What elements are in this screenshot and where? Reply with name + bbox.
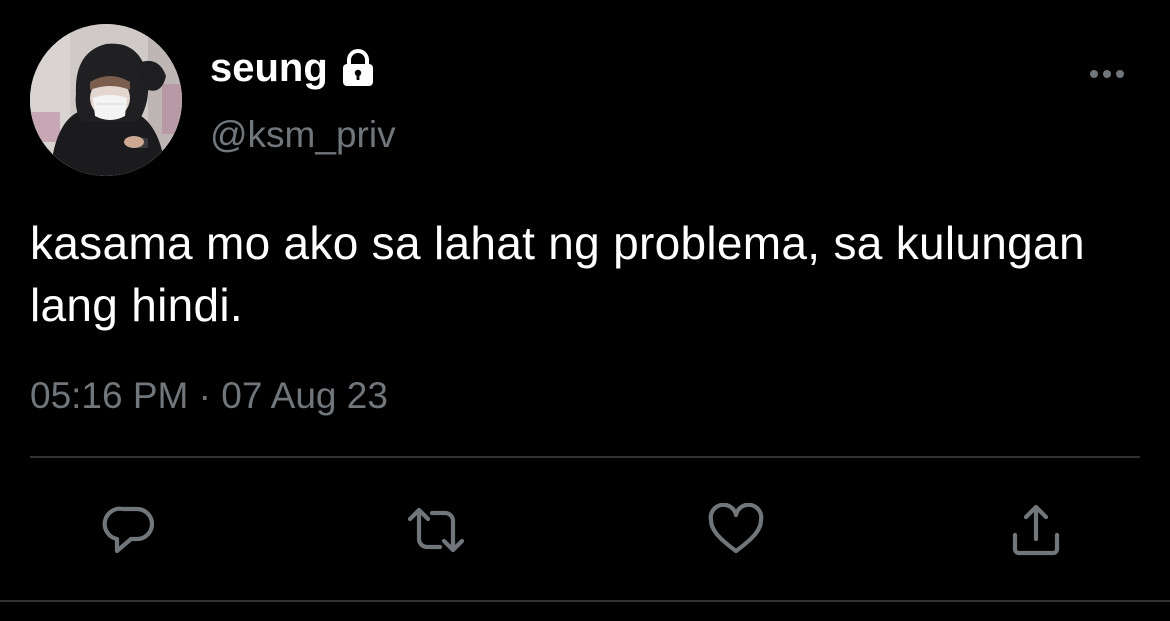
more-horizontal-icon[interactable] [1086, 62, 1130, 86]
retweet-icon [407, 507, 465, 553]
display-name[interactable]: seung [210, 46, 378, 90]
like-button[interactable] [704, 498, 768, 562]
display-name-text: seung [210, 46, 328, 90]
tweet-date: 07 Aug 23 [221, 375, 388, 416]
divider [30, 456, 1140, 458]
tweet-time: 05:16 PM [30, 375, 189, 416]
tweet-timestamp[interactable]: 05:16 PM · 07 Aug 23 [30, 374, 388, 418]
lock-icon [338, 48, 378, 88]
heart-icon [708, 503, 764, 554]
action-bar [0, 498, 1170, 562]
tweet-text: kasama mo ako sa lahat ng problema, sa k… [30, 217, 1085, 331]
tweet-detail: seung @ksm_priv kasama mo ako sa lahat n… [0, 0, 1170, 621]
bottom-divider [0, 600, 1170, 602]
avatar[interactable] [30, 24, 182, 176]
avatar-photo-icon [30, 24, 182, 176]
meta-separator: · [198, 375, 211, 416]
reply-icon [102, 506, 155, 554]
reply-button[interactable] [98, 498, 162, 562]
user-handle[interactable]: @ksm_priv [210, 114, 396, 156]
retweet-button[interactable] [404, 498, 468, 562]
share-icon [1012, 504, 1060, 556]
share-button[interactable] [1004, 498, 1068, 562]
